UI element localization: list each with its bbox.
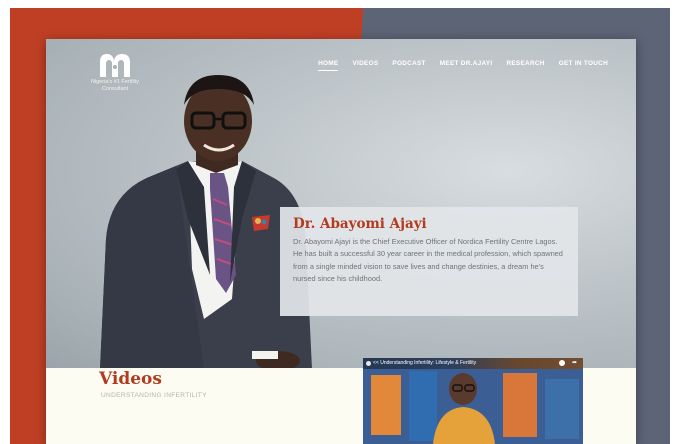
nav-get-in-touch[interactable]: GET IN TOUCH	[559, 60, 608, 71]
nav-meet-dr-ajayi[interactable]: MEET DR.AJAYI	[440, 60, 493, 71]
nav-research[interactable]: RESEARCH	[506, 60, 544, 71]
video-thumbnail-image	[363, 369, 583, 444]
nav-podcast[interactable]: PODCAST	[392, 60, 425, 71]
nav-videos[interactable]: VIDEOS	[352, 60, 378, 71]
video-title: << Understanding Infertility: Lifestyle …	[373, 360, 477, 366]
nav-home[interactable]: HOME	[318, 60, 339, 71]
video-thumbnail[interactable]: << Understanding Infertility: Lifestyle …	[363, 358, 583, 444]
doctor-name: Dr. Abayomi Ajayi	[293, 216, 427, 232]
doctor-portrait-image	[100, 75, 312, 368]
videos-section-subtitle: UNDERSTANDING INFERTILITY	[101, 392, 207, 399]
video-title-bar: << Understanding Infertility: Lifestyle …	[363, 358, 583, 369]
hero-section: Nigeria's #1 Fertility Consultant HOME V…	[46, 39, 636, 368]
watch-later-icon[interactable]	[559, 360, 565, 366]
videos-section-title: Videos	[99, 369, 162, 389]
share-icon[interactable]: ➦	[572, 359, 577, 366]
doctor-info-card: Dr. Abayomi Ajayi Dr. Abayomi Ajayi is t…	[280, 207, 578, 316]
website-frame: Nigeria's #1 Fertility Consultant HOME V…	[46, 39, 636, 444]
doctor-bio: Dr. Abayomi Ajayi is the Chief Executive…	[293, 237, 563, 284]
channel-avatar-icon	[366, 361, 371, 366]
main-nav: HOME VIDEOS PODCAST MEET DR.AJAYI RESEAR…	[318, 60, 608, 71]
